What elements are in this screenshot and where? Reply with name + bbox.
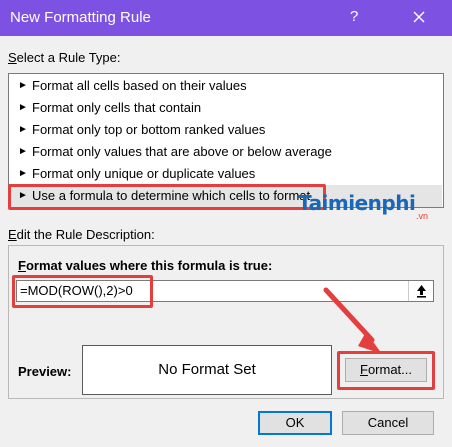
- rule-type-label-text: elect a Rule Type:: [16, 50, 121, 65]
- rule-type-item[interactable]: ► Format only unique or duplicate values: [10, 163, 442, 185]
- triangle-right-icon: ►: [18, 146, 28, 157]
- preview-label: Preview:: [18, 364, 72, 379]
- window-title: New Formatting Rule: [10, 9, 151, 26]
- rule-type-label: Select a Rule Type:: [8, 50, 121, 65]
- rule-type-item[interactable]: ► Format only values that are above or be…: [10, 141, 442, 163]
- close-icon[interactable]: [408, 6, 430, 28]
- ok-button[interactable]: OK: [258, 411, 332, 435]
- annotation-arrow: [323, 287, 382, 354]
- rule-type-list[interactable]: ► Format all cells based on their values …: [8, 73, 444, 208]
- triangle-right-icon: ►: [18, 102, 28, 113]
- rule-type-item-label: Format only top or bottom ranked values: [32, 122, 266, 137]
- triangle-right-icon: ►: [18, 124, 28, 135]
- rule-type-item[interactable]: ► Format all cells based on their values: [10, 75, 442, 97]
- watermark-logo: Taimienphi .vn: [298, 191, 428, 221]
- triangle-right-icon: ►: [18, 190, 28, 201]
- rule-type-item-label: Use a formula to determine which cells t…: [32, 188, 311, 203]
- triangle-right-icon: ►: [18, 80, 28, 91]
- watermark-text: Taimienphi: [298, 191, 416, 215]
- title-bar: New Formatting Rule ?: [0, 0, 452, 36]
- formula-label: Format values where this formula is true…: [18, 258, 273, 273]
- triangle-right-icon: ►: [18, 168, 28, 179]
- rule-type-item[interactable]: ► Format only top or bottom ranked values: [10, 119, 442, 141]
- watermark-suffix: .vn: [416, 211, 429, 221]
- format-button[interactable]: Format...: [345, 358, 427, 382]
- cancel-button[interactable]: Cancel: [342, 411, 434, 435]
- format-preview: No Format Set: [82, 345, 332, 395]
- rule-description-label: Edit the Rule Description:: [8, 227, 155, 242]
- rule-type-item-label: Format only values that are above or bel…: [32, 144, 332, 159]
- rule-type-item-label: Format only unique or duplicate values: [32, 166, 256, 181]
- help-button[interactable]: ?: [350, 8, 358, 25]
- rule-type-item[interactable]: ► Format only cells that contain: [10, 97, 442, 119]
- collapse-dialog-button[interactable]: [408, 281, 433, 301]
- rule-type-item-label: Format only cells that contain: [32, 100, 202, 115]
- rule-type-item-label: Format all cells based on their values: [32, 78, 247, 93]
- collapse-dialog-icon: [417, 285, 426, 298]
